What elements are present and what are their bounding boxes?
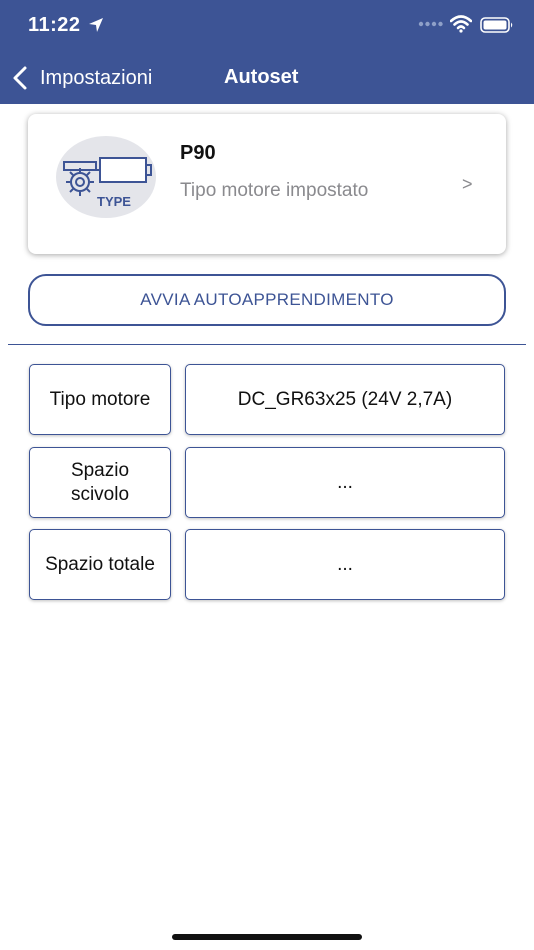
motor-subtitle: Tipo motore impostato — [180, 180, 369, 201]
motor-icon-text: TYPE — [97, 194, 131, 209]
slide-space-label-cell: Spazio scivolo — [29, 447, 171, 518]
home-indicator[interactable] — [172, 934, 362, 940]
motor-name: P90 — [180, 142, 216, 164]
slide-space-value-cell: ... — [185, 447, 505, 518]
motor-type-label-cell: Tipo motore — [29, 364, 171, 435]
section-divider — [8, 344, 526, 345]
page-title: Autoset — [224, 66, 299, 88]
total-space-value-cell: ... — [185, 529, 505, 600]
back-button-label: Impostazioni — [40, 66, 153, 89]
start-autolearn-button[interactable]: AVVIA AUTOAPPRENDIMENTO — [28, 274, 506, 326]
back-chevron-icon — [13, 66, 27, 90]
location-arrow-icon — [89, 18, 103, 32]
cellular-signal-icon — [418, 21, 443, 27]
motor-type-icon: TYPE — [56, 136, 156, 218]
back-button[interactable]: Impostazioni — [10, 62, 152, 94]
chevron-right-icon: > — [462, 174, 473, 194]
navigation-bar: Impostazioni Autoset — [0, 54, 534, 104]
autoset-screen: 11:22 Impostazioni Autoset TYPE P90 Tipo… — [0, 0, 534, 950]
header: 11:22 Impostazioni Autoset — [0, 0, 534, 104]
status-time: 11:22 — [28, 14, 81, 36]
total-space-label-cell: Spazio totale — [29, 529, 171, 600]
motor-type-card[interactable]: TYPE P90 Tipo motore impostato > — [28, 114, 506, 254]
wifi-icon — [450, 15, 472, 33]
motor-type-value-cell: DC_GR63x25 (24V 2,7A) — [185, 364, 505, 435]
status-bar: 11:22 — [0, 0, 534, 54]
battery-icon — [480, 17, 513, 33]
